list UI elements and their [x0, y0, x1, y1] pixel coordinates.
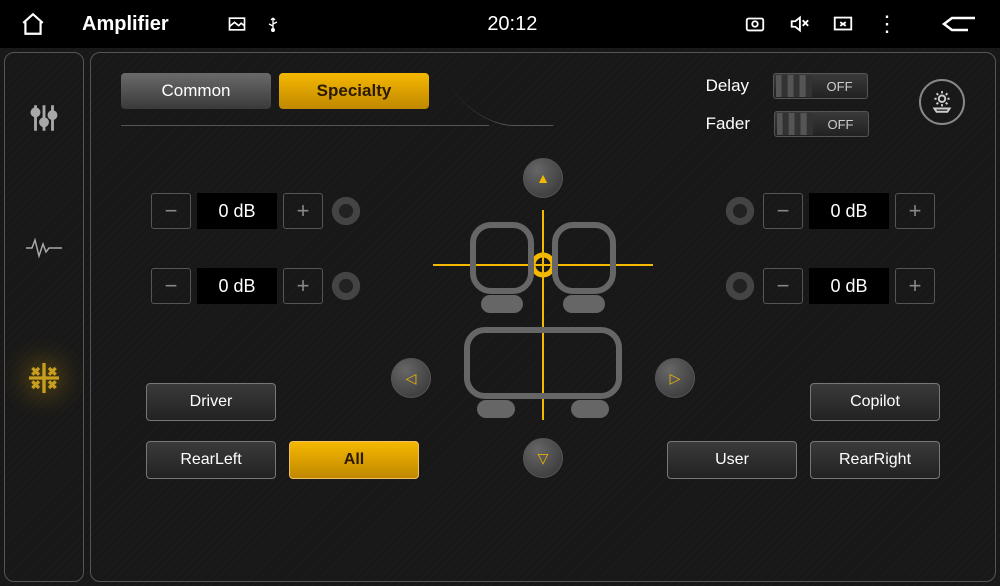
- home-icon[interactable]: [20, 11, 46, 37]
- preset-all[interactable]: All: [289, 441, 419, 479]
- settings-gear-button[interactable]: [919, 79, 965, 125]
- clock: 20:12: [281, 13, 744, 36]
- preset-driver[interactable]: Driver: [146, 383, 276, 421]
- preset-rearleft[interactable]: RearLeft: [146, 441, 276, 479]
- fr-increment[interactable]: +: [895, 193, 935, 229]
- sidebar-equalizer-icon[interactable]: [24, 98, 64, 138]
- balance-up[interactable]: ▲: [523, 158, 563, 198]
- delay-label: Delay: [706, 76, 749, 96]
- seat-diagram: [433, 210, 653, 440]
- preset-rearright[interactable]: RearRight: [810, 441, 940, 479]
- tab-group: Common Specialty: [121, 73, 489, 126]
- rr-increment[interactable]: +: [895, 268, 935, 304]
- fader-toggle[interactable]: OFF: [774, 111, 869, 137]
- image-icon: [227, 14, 247, 34]
- usb-icon: [265, 14, 281, 34]
- balance-left[interactable]: ◁: [391, 358, 431, 398]
- balance-right[interactable]: ▷: [655, 358, 695, 398]
- status-bar: Amplifier 20:12 ⋮: [0, 0, 1000, 48]
- preset-copilot[interactable]: Copilot: [810, 383, 940, 421]
- sidebar-balance-icon[interactable]: [24, 358, 64, 398]
- fr-decrement[interactable]: −: [763, 193, 803, 229]
- fader-label: Fader: [706, 114, 750, 134]
- speaker-icon: [723, 269, 757, 303]
- speaker-icon: [329, 194, 363, 228]
- fr-value: 0 dB: [809, 193, 889, 229]
- preset-user[interactable]: User: [667, 441, 797, 479]
- speaker-icon: [329, 269, 363, 303]
- tab-common[interactable]: Common: [121, 73, 271, 109]
- app-title: Amplifier: [82, 13, 169, 36]
- rl-value: 0 dB: [197, 268, 277, 304]
- mute-icon[interactable]: [788, 13, 810, 35]
- rl-increment[interactable]: +: [283, 268, 323, 304]
- screen-off-icon[interactable]: [832, 13, 854, 35]
- fl-value: 0 dB: [197, 193, 277, 229]
- fl-increment[interactable]: +: [283, 193, 323, 229]
- sidebar-wave-icon[interactable]: [24, 228, 64, 268]
- speaker-icon: [723, 194, 757, 228]
- delay-state: OFF: [812, 79, 867, 94]
- delay-toggle[interactable]: OFF: [773, 73, 868, 99]
- tab-specialty[interactable]: Specialty: [279, 73, 429, 109]
- rr-value: 0 dB: [809, 268, 889, 304]
- rr-decrement[interactable]: −: [763, 268, 803, 304]
- balance-down[interactable]: ▽: [523, 438, 563, 478]
- content-panel: Common Specialty Delay OFF Fader OFF: [90, 52, 996, 582]
- screenshot-icon[interactable]: [744, 13, 766, 35]
- menu-icon[interactable]: ⋮: [876, 13, 898, 35]
- fader-state: OFF: [813, 117, 868, 132]
- sidebar: [4, 52, 84, 582]
- rl-decrement[interactable]: −: [151, 268, 191, 304]
- balance-pad[interactable]: ▲ ▽ ◁ ▷: [403, 158, 683, 478]
- back-icon[interactable]: [940, 11, 980, 37]
- fl-decrement[interactable]: −: [151, 193, 191, 229]
